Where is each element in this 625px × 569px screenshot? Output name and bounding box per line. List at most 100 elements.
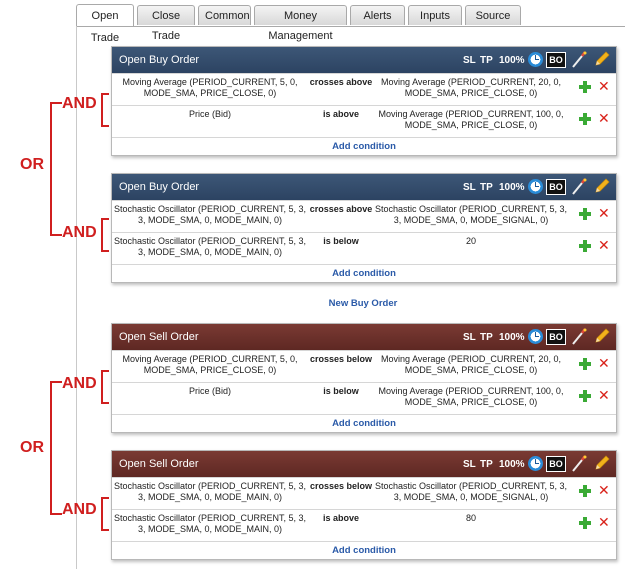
clock-icon[interactable] (528, 456, 543, 471)
add-icon[interactable] (579, 113, 591, 125)
magic-wand-icon[interactable] (571, 50, 587, 68)
sl-toggle[interactable]: SL (463, 324, 476, 350)
lot-percent[interactable]: 100% (499, 451, 525, 477)
clock-icon[interactable] (528, 179, 543, 194)
lot-percent[interactable]: 100% (499, 174, 525, 200)
tab-source[interactable]: Source (465, 5, 521, 25)
condition-left[interactable]: Stochastic Oscillator (PERIOD_CURRENT, 5… (112, 204, 308, 226)
tp-toggle[interactable]: TP (480, 451, 493, 477)
condition-operator[interactable]: crosses above (308, 77, 374, 88)
pencil-icon[interactable] (593, 50, 611, 68)
condition-left[interactable]: Stochastic Oscillator (PERIOD_CURRENT, 5… (112, 236, 308, 258)
order-block: Open Sell Order SL TP 100% BO Stochastic… (111, 450, 617, 560)
add-icon[interactable] (579, 240, 591, 252)
bo-button[interactable]: BO (546, 179, 566, 195)
bo-button[interactable]: BO (546, 329, 566, 345)
or-bracket-top (50, 102, 62, 236)
tab-open-trade[interactable]: Open Trade (76, 4, 134, 44)
order-block: Open Sell Order SL TP 100% BO Moving Ave… (111, 323, 617, 433)
and-label-1: AND (62, 95, 97, 112)
clock-icon[interactable] (528, 329, 543, 344)
tp-toggle[interactable]: TP (480, 174, 493, 200)
add-condition-link[interactable]: Add condition (112, 541, 616, 559)
tab-money-management[interactable]: Money Management (254, 5, 347, 42)
tab-inputs[interactable]: Inputs (408, 5, 462, 25)
delete-icon[interactable]: ✕ (598, 79, 610, 93)
condition-left[interactable]: Stochastic Oscillator (PERIOD_CURRENT, 5… (112, 481, 308, 503)
magic-wand-icon[interactable] (571, 327, 587, 345)
sl-toggle[interactable]: SL (463, 451, 476, 477)
condition-operator[interactable]: is below (308, 236, 374, 247)
delete-icon[interactable]: ✕ (598, 388, 610, 402)
condition-row: Price (Bid) is below Moving Average (PER… (112, 382, 616, 414)
sl-toggle[interactable]: SL (463, 174, 476, 200)
order-block: Open Buy Order SL TP 100% BO Moving Aver… (111, 46, 617, 156)
order-header: Open Buy Order SL TP 100% BO (112, 47, 616, 73)
bo-button[interactable]: BO (546, 456, 566, 472)
tab-close-trade[interactable]: Close Trade (137, 5, 195, 42)
condition-right[interactable]: Stochastic Oscillator (PERIOD_CURRENT, 5… (374, 481, 568, 503)
condition-row: Price (Bid) is above Moving Average (PER… (112, 105, 616, 137)
delete-icon[interactable]: ✕ (598, 515, 610, 529)
add-icon[interactable] (579, 485, 591, 497)
add-icon[interactable] (579, 358, 591, 370)
condition-operator[interactable]: crosses above (308, 204, 374, 215)
pencil-icon[interactable] (593, 327, 611, 345)
magic-wand-icon[interactable] (571, 454, 587, 472)
and-bracket-2 (101, 218, 109, 252)
and-label-3: AND (62, 375, 97, 392)
condition-right[interactable]: 20 (374, 236, 568, 247)
condition-left[interactable]: Price (Bid) (112, 386, 308, 397)
or-bracket-bottom (50, 381, 62, 515)
tab-alerts[interactable]: Alerts (350, 5, 405, 25)
tp-toggle[interactable]: TP (480, 324, 493, 350)
condition-right[interactable]: 80 (374, 513, 568, 524)
and-bracket-1 (101, 93, 109, 127)
condition-right[interactable]: Moving Average (PERIOD_CURRENT, 20, 0, M… (374, 77, 568, 99)
new-buy-order-link[interactable]: New Buy Order (111, 298, 615, 309)
magic-wand-icon[interactable] (571, 177, 587, 195)
order-header: Open Sell Order SL TP 100% BO (112, 451, 616, 477)
add-condition-link[interactable]: Add condition (112, 414, 616, 432)
lot-percent[interactable]: 100% (499, 324, 525, 350)
tab-common[interactable]: Common (198, 5, 251, 25)
condition-row: Stochastic Oscillator (PERIOD_CURRENT, 5… (112, 200, 616, 232)
condition-left[interactable]: Moving Average (PERIOD_CURRENT, 5, 0, MO… (112, 77, 308, 99)
add-condition-link[interactable]: Add condition (112, 264, 616, 282)
add-icon[interactable] (579, 208, 591, 220)
condition-row: Stochastic Oscillator (PERIOD_CURRENT, 5… (112, 509, 616, 541)
pencil-icon[interactable] (593, 454, 611, 472)
condition-operator[interactable]: crosses below (308, 354, 374, 365)
delete-icon[interactable]: ✕ (598, 111, 610, 125)
delete-icon[interactable]: ✕ (598, 238, 610, 252)
delete-icon[interactable]: ✕ (598, 206, 610, 220)
pencil-icon[interactable] (593, 177, 611, 195)
condition-left[interactable]: Moving Average (PERIOD_CURRENT, 5, 0, MO… (112, 354, 308, 376)
condition-right[interactable]: Moving Average (PERIOD_CURRENT, 20, 0, M… (374, 354, 568, 376)
clock-icon[interactable] (528, 52, 543, 67)
delete-icon[interactable]: ✕ (598, 483, 610, 497)
delete-icon[interactable]: ✕ (598, 356, 610, 370)
condition-left[interactable]: Price (Bid) (112, 109, 308, 120)
add-icon[interactable] (579, 81, 591, 93)
add-icon[interactable] (579, 517, 591, 529)
condition-right[interactable]: Stochastic Oscillator (PERIOD_CURRENT, 5… (374, 204, 568, 226)
sl-toggle[interactable]: SL (463, 47, 476, 73)
condition-operator[interactable]: is above (308, 109, 374, 120)
condition-row: Stochastic Oscillator (PERIOD_CURRENT, 5… (112, 232, 616, 264)
condition-right[interactable]: Moving Average (PERIOD_CURRENT, 100, 0, … (374, 109, 568, 131)
order-header: Open Buy Order SL TP 100% BO (112, 174, 616, 200)
condition-right[interactable]: Moving Average (PERIOD_CURRENT, 100, 0, … (374, 386, 568, 408)
tp-toggle[interactable]: TP (480, 47, 493, 73)
lot-percent[interactable]: 100% (499, 47, 525, 73)
order-block: Open Buy Order SL TP 100% BO Stochastic … (111, 173, 617, 283)
bo-button[interactable]: BO (546, 52, 566, 68)
and-label-4: AND (62, 501, 97, 518)
condition-left[interactable]: Stochastic Oscillator (PERIOD_CURRENT, 5… (112, 513, 308, 535)
condition-operator[interactable]: is below (308, 386, 374, 397)
add-condition-link[interactable]: Add condition (112, 137, 616, 155)
condition-operator[interactable]: is above (308, 513, 374, 524)
add-icon[interactable] (579, 390, 591, 402)
or-label-top: OR (20, 156, 44, 173)
condition-operator[interactable]: crosses below (308, 481, 374, 492)
